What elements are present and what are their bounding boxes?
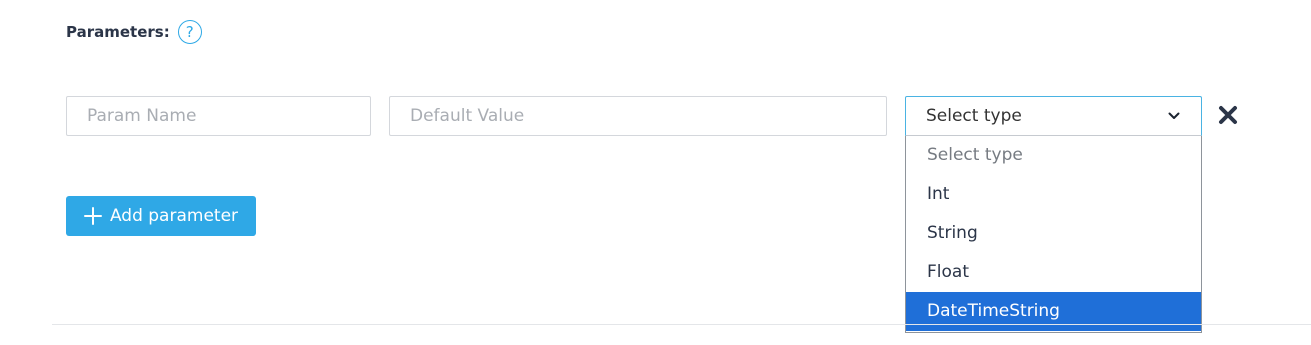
close-x-icon[interactable] [1217,104,1239,126]
param-name-input[interactable] [66,96,371,136]
type-select[interactable]: Select type [905,96,1202,136]
type-option-datetimestring[interactable]: DateTimeString [906,292,1201,331]
default-value-input[interactable] [389,96,887,136]
type-select-value: Select type [926,106,1022,126]
add-parameter-button[interactable]: Add parameter [66,196,256,236]
divider [52,324,1311,325]
add-parameter-label: Add parameter [109,206,239,226]
chevron-down-icon [1167,109,1181,123]
parameters-header: Parameters: ? [66,20,202,44]
type-option-string[interactable]: String [906,214,1201,253]
type-option-placeholder[interactable]: Select type [906,136,1201,175]
parameters-panel: Parameters: ? Select type Select type In… [0,0,1311,345]
type-dropdown-list: Select type Int String Float DateTimeStr… [905,136,1202,333]
type-option-int[interactable]: Int [906,175,1201,214]
plus-icon [83,207,102,225]
type-option-float[interactable]: Float [906,253,1201,292]
parameters-title: Parameters: [66,23,170,41]
question-circle-icon[interactable]: ? [177,20,202,44]
